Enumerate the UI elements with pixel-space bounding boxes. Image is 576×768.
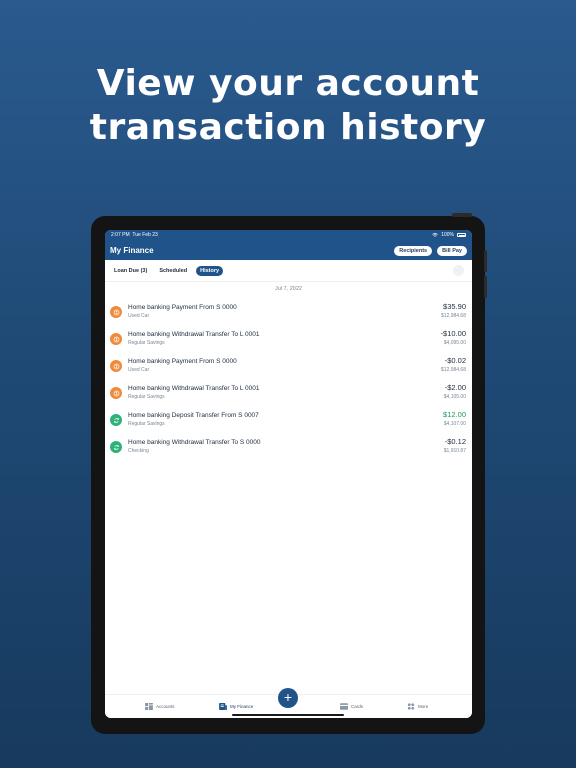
nav-bar: My Finance Recipients Bill Pay xyxy=(105,241,472,260)
tab-scheduled[interactable]: Scheduled xyxy=(156,266,190,276)
app-screen: 2:07 PM Tue Feb 23 100% My Finance Recip… xyxy=(105,230,472,718)
bottom-tab-cards[interactable]: Cards xyxy=(340,703,363,710)
transaction-row[interactable]: Home banking Withdrawal Transfer To L 00… xyxy=(105,379,472,406)
transaction-account: Regular Savings xyxy=(128,340,165,346)
transaction-amount: $35.90 xyxy=(443,302,466,311)
app-header: 2:07 PM Tue Feb 23 100% My Finance Recip… xyxy=(105,230,472,260)
transaction-row[interactable]: Home banking Payment From S 0000 Used Ca… xyxy=(105,298,472,325)
device-volume-up xyxy=(484,250,487,272)
battery-icon xyxy=(457,233,466,237)
bottom-tab-label: My Finance xyxy=(230,704,254,709)
transaction-row[interactable]: Home banking Withdrawal Transfer To L 00… xyxy=(105,325,472,352)
transaction-amount: $12.00 xyxy=(443,410,466,419)
transaction-balance: $12,984.68 xyxy=(440,367,466,373)
bottom-tab-more[interactable]: More xyxy=(407,703,428,710)
home-indicator xyxy=(232,714,344,716)
transaction-account: Regular Savings xyxy=(128,394,165,400)
bill-pay-button[interactable]: Bill Pay xyxy=(437,245,467,256)
payment-icon xyxy=(110,387,122,399)
bottom-tab-label: Accounts xyxy=(156,704,175,709)
payment-icon xyxy=(110,333,122,345)
transaction-title: Home banking Withdrawal Transfer To L 00… xyxy=(128,385,260,392)
transaction-row[interactable]: Home banking Deposit Transfer From S 000… xyxy=(105,406,472,433)
transaction-title: Home banking Withdrawal Transfer To L 00… xyxy=(128,331,260,338)
accounts-icon xyxy=(145,703,153,710)
transaction-row[interactable]: Home banking Withdrawal Transfer To S 00… xyxy=(105,433,472,460)
transaction-title: Home banking Withdrawal Transfer To S 00… xyxy=(128,439,261,446)
tab-history[interactable]: History xyxy=(196,265,224,276)
transaction-amount: -$10.00 xyxy=(440,329,466,338)
add-button[interactable]: + xyxy=(278,688,298,708)
transaction-account: Used Car xyxy=(128,367,150,373)
more-grid-icon xyxy=(407,703,415,710)
segment-tabs: Loan Due (3) Scheduled History xyxy=(105,260,472,282)
card-icon xyxy=(340,703,348,710)
transfer-icon xyxy=(110,414,122,426)
transaction-balance: $4,105.00 xyxy=(443,394,466,400)
payment-icon xyxy=(110,360,122,372)
promo-headline: View your account transaction history xyxy=(0,62,576,150)
headline-line-2: transaction history xyxy=(89,107,487,148)
plus-icon: + xyxy=(283,689,293,705)
transaction-account: Checking xyxy=(128,448,149,454)
payment-icon xyxy=(110,306,122,318)
transaction-amount: -$2.00 xyxy=(444,383,466,392)
transaction-title: Home banking Payment From S 0000 xyxy=(128,304,237,311)
headline-line-1: View your account xyxy=(96,63,480,104)
status-time: 2:07 PM xyxy=(111,232,130,238)
transaction-title: Home banking Deposit Transfer From S 000… xyxy=(128,412,259,419)
transaction-amount: -$0.12 xyxy=(444,437,466,446)
device-volume-down xyxy=(484,276,487,298)
transfer-icon xyxy=(110,441,122,453)
filter-button[interactable] xyxy=(453,265,464,276)
transaction-balance: $4,107.00 xyxy=(443,421,466,427)
battery-percent: 100% xyxy=(441,232,454,238)
status-date: Tue Feb 23 xyxy=(132,232,158,238)
transaction-title: Home banking Payment From S 0000 xyxy=(128,358,237,365)
finance-icon xyxy=(219,703,227,710)
transaction-list: Home banking Payment From S 0000 Used Ca… xyxy=(105,298,472,460)
recipients-button[interactable]: Recipients xyxy=(394,245,433,256)
page-title: My Finance xyxy=(110,246,154,255)
date-header: Jul 7, 2022 xyxy=(275,286,302,292)
tab-loan-due[interactable]: Loan Due (3) xyxy=(111,266,150,276)
status-bar: 2:07 PM Tue Feb 23 100% xyxy=(105,230,472,240)
wifi-icon xyxy=(432,233,438,237)
bottom-tab-label: More xyxy=(418,704,429,709)
transaction-amount: -$0.02 xyxy=(444,356,466,365)
device-power-button xyxy=(452,213,472,217)
transaction-account: Used Car xyxy=(128,313,150,319)
bottom-tab-label: Cards xyxy=(351,704,364,709)
transaction-row[interactable]: Home banking Payment From S 0000 Used Ca… xyxy=(105,352,472,379)
transaction-balance: $12,984.68 xyxy=(440,313,466,319)
bottom-tab-accounts[interactable]: Accounts xyxy=(145,703,175,710)
bottom-tab-my-finance[interactable]: My Finance xyxy=(219,703,253,710)
transaction-balance: $1,910.87 xyxy=(443,448,466,454)
transaction-account: Regular Savings xyxy=(128,421,165,427)
transaction-balance: $4,095.00 xyxy=(443,340,466,346)
